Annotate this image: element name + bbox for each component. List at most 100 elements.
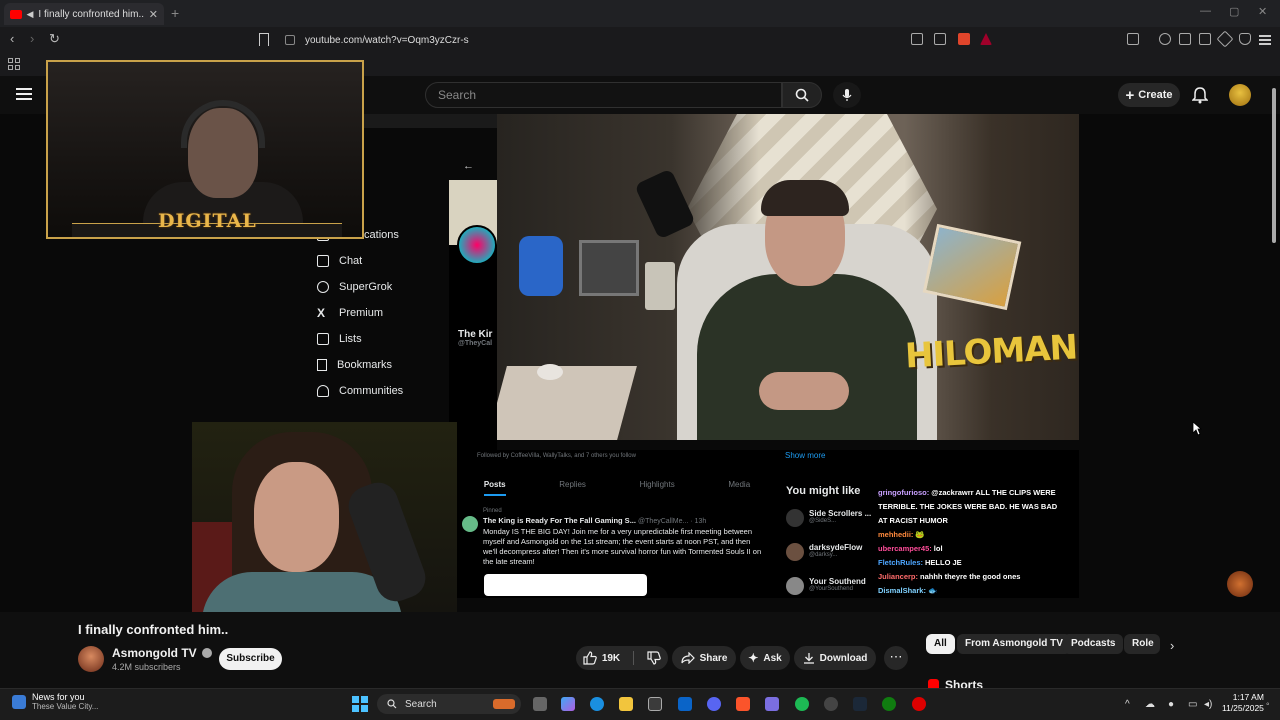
bookmark-icon xyxy=(317,359,327,371)
chevron-right-icon[interactable]: › xyxy=(1170,638,1174,653)
mouse-cursor-icon xyxy=(1192,421,1202,436)
chat-username: FletchRules: xyxy=(878,558,924,567)
browser-tab-active[interactable]: ◀ I finally confronted him... - Yo ✕ xyxy=(4,3,164,25)
twitter-tab-highlights: Highlights xyxy=(639,480,675,489)
share-label: Share xyxy=(699,652,728,664)
voice-search-button[interactable] xyxy=(833,82,861,108)
sidebar-icon[interactable] xyxy=(1179,33,1191,45)
create-button[interactable]: + Create xyxy=(1118,83,1180,107)
system-clock[interactable]: 1:17 AM 11/25/2025 xyxy=(1222,692,1264,714)
page-scrollbar[interactable] xyxy=(1272,88,1276,243)
tray-overflow-icon[interactable]: ^ xyxy=(1125,699,1130,710)
chat-message: DismalShark: 🐟 xyxy=(878,584,1068,598)
chat-message: FletchRules: HELLO JE xyxy=(878,556,1068,570)
account-avatar[interactable] xyxy=(1229,84,1251,106)
floating-avatar[interactable] xyxy=(1227,571,1253,597)
search-button[interactable] xyxy=(782,82,822,108)
edge-icon[interactable] xyxy=(590,697,604,711)
url-text: youtube.com/watch?v=Oqm3yzCzr-s xyxy=(305,34,469,46)
windows-start-icon[interactable] xyxy=(352,696,368,712)
chip-from-channel[interactable]: From Asmongold TV xyxy=(957,634,1071,654)
chip-role[interactable]: Role xyxy=(1124,634,1160,654)
dislike-button[interactable] xyxy=(647,651,661,665)
display-tray-icon[interactable]: ▭ xyxy=(1188,699,1197,710)
channel-avatar[interactable] xyxy=(78,646,104,672)
brave-shields-icon[interactable] xyxy=(958,33,970,45)
task-view-icon[interactable] xyxy=(533,697,547,711)
gameboy-icon xyxy=(645,262,675,310)
browser-menu-icon[interactable] xyxy=(1259,33,1271,45)
suggestion-item: Your Southend @YourSouthend xyxy=(786,577,876,595)
recording-app-icon[interactable] xyxy=(912,697,926,711)
more-actions-button[interactable]: ⋯ xyxy=(884,646,908,670)
taskbar-search[interactable]: Search xyxy=(377,694,521,714)
new-tab-button[interactable]: + xyxy=(171,5,179,21)
clock-date: 11/25/2025 xyxy=(1222,703,1264,713)
channel-name[interactable]: Asmongold TV xyxy=(112,646,197,660)
clock-time: 1:17 AM xyxy=(1232,692,1264,702)
back-icon[interactable]: ‹ xyxy=(10,31,14,46)
bell-icon xyxy=(1192,87,1208,104)
headset-icon xyxy=(181,100,265,148)
like-button[interactable]: 19K xyxy=(583,651,620,665)
media-icon[interactable] xyxy=(1159,33,1171,45)
mic-tray-icon[interactable]: ● xyxy=(1168,699,1174,710)
search-input[interactable]: Search xyxy=(425,82,782,108)
chat-text: lol xyxy=(933,544,943,553)
discord-icon[interactable] xyxy=(707,697,721,711)
notifications-button[interactable] xyxy=(1192,86,1208,104)
copilot-icon[interactable] xyxy=(561,697,575,711)
subscribe-button[interactable]: Subscribe xyxy=(219,648,282,670)
chat-message: mehhedii: 🐸 xyxy=(878,528,1068,542)
chip-all[interactable]: All xyxy=(926,634,955,654)
onedrive-icon[interactable]: ☁ xyxy=(1145,699,1155,710)
spotify-icon[interactable] xyxy=(795,697,809,711)
pinned-label: Pinned xyxy=(483,508,502,514)
screenshot-icon[interactable] xyxy=(1127,33,1139,45)
site-info-icon[interactable] xyxy=(285,35,295,45)
twitter-profile-handle: @TheyCal xyxy=(458,340,493,347)
ask-button[interactable]: ✦ Ask xyxy=(740,646,790,670)
minimize-window-icon[interactable]: — xyxy=(1200,5,1211,17)
wallet-icon[interactable] xyxy=(1199,33,1211,45)
download-button[interactable]: Download xyxy=(794,646,876,670)
search-icon xyxy=(387,699,397,709)
steam-icon[interactable] xyxy=(853,697,867,711)
share-page-icon[interactable] xyxy=(934,33,946,45)
chip-podcasts[interactable]: Podcasts xyxy=(1063,634,1124,654)
volume-icon[interactable]: ◂) xyxy=(1204,699,1212,710)
close-window-icon[interactable]: ✕ xyxy=(1258,5,1267,18)
twitter-tab-media: Media xyxy=(728,480,751,489)
settings-gear-icon[interactable] xyxy=(824,697,838,711)
store-icon[interactable] xyxy=(648,697,662,711)
keyboard xyxy=(497,366,637,440)
xbox-icon[interactable] xyxy=(882,697,896,711)
forward-icon[interactable]: › xyxy=(30,31,34,46)
guide-menu-icon[interactable] xyxy=(16,88,32,100)
share-button[interactable]: Share xyxy=(672,646,736,670)
search-highlight-icon xyxy=(493,699,515,709)
notification-center-icon[interactable]: ◦ xyxy=(1266,699,1270,710)
file-explorer-icon[interactable] xyxy=(619,697,633,711)
chat-text: HELLO JE xyxy=(925,558,962,567)
cast-icon[interactable] xyxy=(911,33,923,45)
bookmark-page-icon[interactable] xyxy=(259,33,269,46)
vpn-shield-icon[interactable] xyxy=(1239,33,1251,45)
verified-badge-icon xyxy=(201,648,212,658)
channel-name-row[interactable]: Asmongold TV xyxy=(112,646,212,660)
like-count: 19K xyxy=(601,652,621,664)
maximize-window-icon[interactable]: ▢ xyxy=(1229,5,1239,18)
digital-logo: DIGITAL xyxy=(158,210,257,232)
suggestion-avatar xyxy=(786,543,804,561)
reload-icon[interactable]: ↻ xyxy=(49,31,60,47)
list-icon xyxy=(317,333,329,345)
tab-close-icon[interactable]: ✕ xyxy=(149,8,158,21)
thumbs-down-icon xyxy=(647,651,661,665)
outlook-icon[interactable] xyxy=(678,697,692,711)
speaker-icon: ◀ xyxy=(26,8,34,19)
teams-icon[interactable] xyxy=(765,697,779,711)
apps-grid-icon[interactable] xyxy=(8,58,20,70)
brave-icon[interactable] xyxy=(736,697,750,711)
news-widget[interactable]: News for you These Value City... xyxy=(12,692,98,711)
twitter-nav-item-bookmarks: Bookmarks xyxy=(305,352,445,378)
